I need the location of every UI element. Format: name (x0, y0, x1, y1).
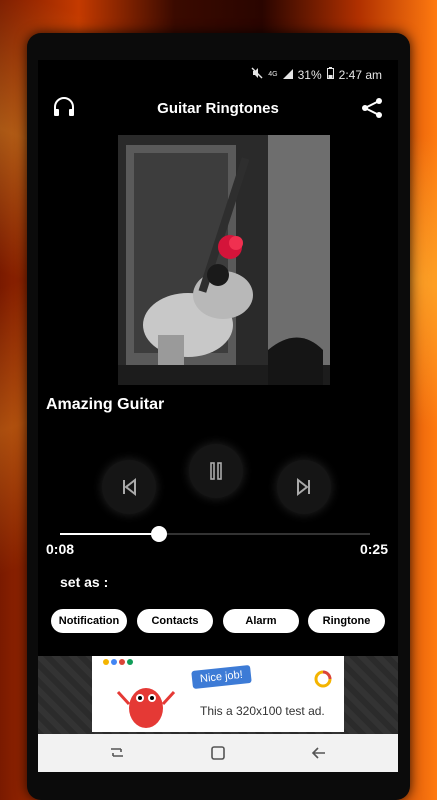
elapsed-time: 0:08 (46, 541, 75, 557)
system-nav-bar (38, 734, 398, 772)
ad-content[interactable]: Nice job! This a 320x100 test ad. (92, 656, 344, 732)
alarm-button[interactable]: Alarm (223, 609, 299, 633)
clock: 2:47 am (338, 67, 382, 82)
back-icon[interactable] (310, 744, 328, 762)
headphones-icon[interactable] (52, 96, 76, 118)
app-title: Guitar Ringtones (157, 99, 279, 117)
ad-banner[interactable]: Nice job! This a 320x100 test ad. (38, 656, 398, 736)
pause-button[interactable] (189, 444, 243, 498)
signal-icon (282, 68, 293, 82)
song-title: Amazing Guitar (46, 396, 165, 413)
battery-percent: 31% (297, 67, 322, 82)
ad-text: This a 320x100 test ad. (200, 704, 325, 718)
notification-button[interactable]: Notification (51, 609, 127, 633)
previous-icon (123, 477, 136, 497)
recents-icon[interactable] (108, 744, 126, 762)
app-bar: Guitar Ringtones (38, 86, 398, 130)
player-controls (38, 440, 398, 520)
app-screen: 4G 31% 2:47 am Guitar Ringtones Amazing … (38, 60, 398, 772)
set-as-options: Notification Contacts Alarm Ringtone (51, 609, 385, 635)
seek-bar[interactable] (60, 526, 370, 542)
ringtone-button[interactable]: Ringtone (308, 609, 385, 633)
next-icon (297, 477, 310, 497)
album-art (118, 135, 330, 385)
ad-badge: Nice job! (191, 664, 252, 690)
next-button[interactable] (277, 460, 331, 514)
ad-logo-icon (314, 670, 332, 688)
seek-progress (60, 533, 160, 535)
network-type: 4G (268, 71, 278, 78)
previous-button[interactable] (102, 460, 156, 514)
share-icon[interactable] (360, 96, 384, 120)
seek-thumb[interactable] (151, 526, 168, 542)
mute-icon (251, 67, 263, 82)
contacts-button[interactable]: Contacts (137, 609, 213, 633)
pause-icon (210, 462, 222, 480)
set-as-label: set as : (60, 574, 109, 590)
ad-mascot-icon (103, 659, 176, 728)
home-icon[interactable] (209, 744, 227, 762)
battery-icon (326, 67, 334, 82)
status-bar: 4G 31% 2:47 am (38, 60, 398, 86)
total-duration: 0:25 (359, 541, 388, 557)
